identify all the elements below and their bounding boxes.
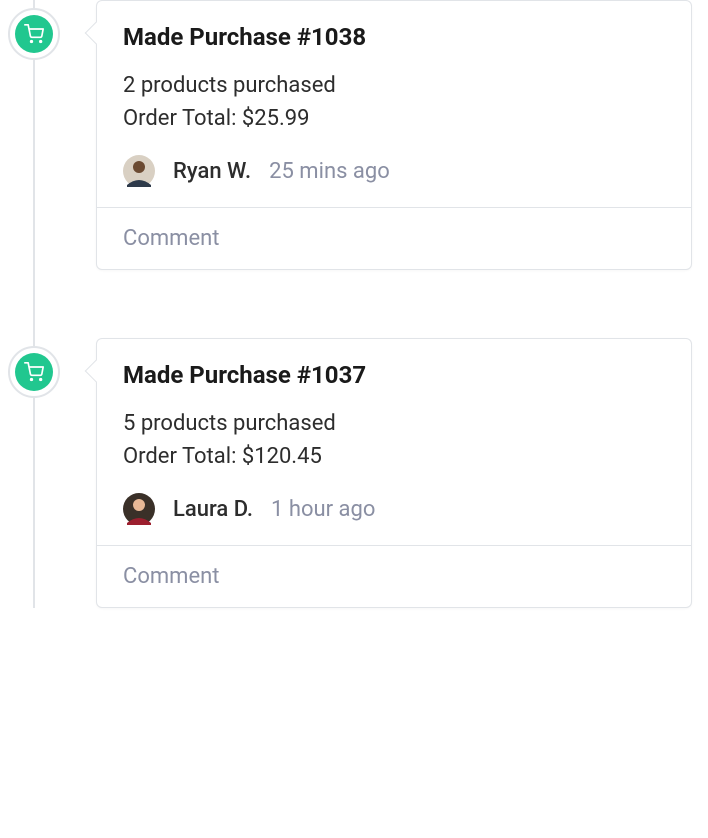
avatar [123, 493, 155, 525]
timeline-item: Made Purchase #1038 2 products purchased… [8, 0, 708, 270]
activity-title: Made Purchase #1037 [123, 361, 665, 389]
timestamp: 1 hour ago [271, 497, 375, 522]
order-total-line: Order Total: $120.45 [123, 440, 665, 473]
products-line: 2 products purchased [123, 69, 665, 102]
activity-card: Made Purchase #1038 2 products purchased… [96, 0, 692, 270]
timeline-icon-badge [8, 8, 60, 60]
timestamp: 25 mins ago [269, 159, 390, 184]
timeline-icon-badge [8, 346, 60, 398]
comment-button[interactable]: Comment [123, 226, 219, 251]
cart-icon [15, 353, 53, 391]
timeline-item: Made Purchase #1037 5 products purchased… [8, 338, 708, 608]
comment-button[interactable]: Comment [123, 564, 219, 589]
avatar [123, 155, 155, 187]
activity-title: Made Purchase #1038 [123, 23, 665, 51]
activity-card: Made Purchase #1037 5 products purchased… [96, 338, 692, 608]
products-line: 5 products purchased [123, 407, 665, 440]
order-total-line: Order Total: $25.99 [123, 102, 665, 135]
cart-icon [15, 15, 53, 53]
author-name: Ryan W. [173, 159, 251, 184]
author-name: Laura D. [173, 497, 253, 522]
